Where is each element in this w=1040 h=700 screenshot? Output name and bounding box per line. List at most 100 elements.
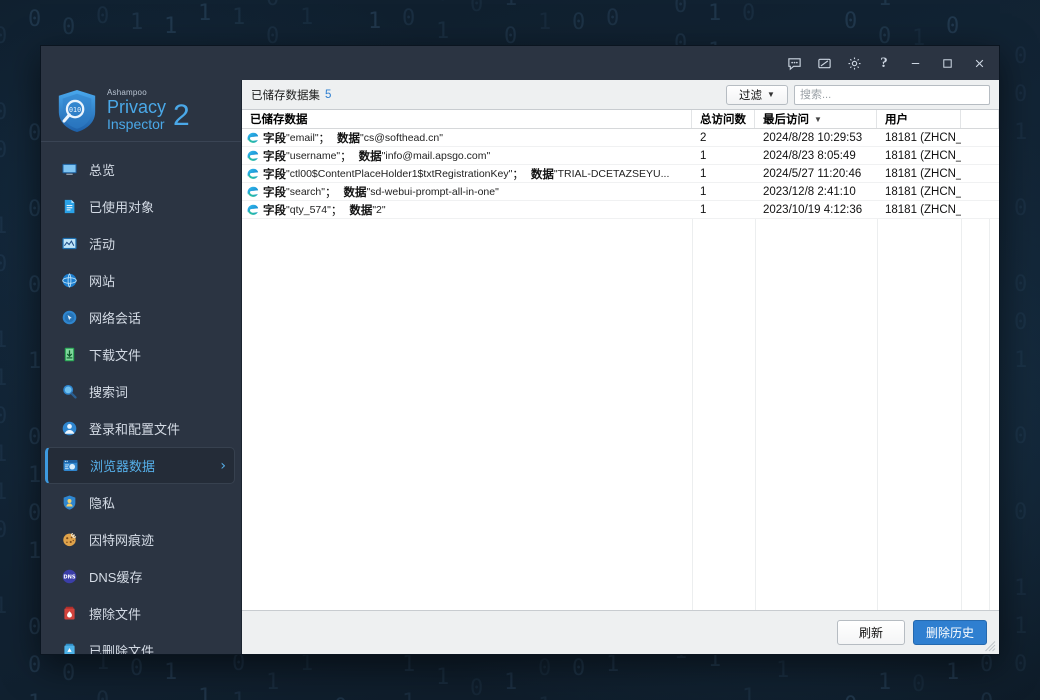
brand-product-line2: Inspector (107, 115, 165, 132)
content-panel: 已储存数据集 5 过滤 ▼ 已储存数据 总访问数 (241, 80, 999, 654)
column-header-user[interactable]: 用户 (877, 110, 961, 128)
column-header-label: 总访问数 (700, 114, 746, 126)
column-guide (755, 219, 756, 610)
resize-grip-icon[interactable] (984, 640, 996, 652)
data-value: "TRIAL-DCETAZSEYU... (553, 167, 670, 180)
column-header-label: 已储存数据 (250, 114, 308, 126)
data-label: 数据 (343, 186, 367, 199)
separator: ； (512, 168, 524, 181)
cell-last-visit: 2023/12/8 2:41:10 (763, 185, 856, 198)
edge-browser-icon (247, 132, 259, 143)
sidebar-item-wipe-files[interactable]: 擦除文件 (45, 595, 235, 632)
column-header-data[interactable]: 已储存数据 (242, 110, 692, 128)
help-icon[interactable]: ? (869, 50, 899, 76)
table-row[interactable]: 字段 "search"； 数据 "sd-webui-prompt-all-in-one… (242, 183, 999, 201)
data-label: 数据 (349, 204, 373, 217)
recycle-icon (59, 641, 79, 654)
separator: ； (324, 186, 337, 199)
sidebar-item-privacy[interactable]: 隐私 (45, 484, 235, 521)
content-toolbar: 已储存数据集 5 过滤 ▼ (242, 80, 999, 110)
presentation-icon[interactable] (809, 50, 839, 76)
cell-stored-data: 字段 "email"； 数据 "cs@softhead.cn" (242, 130, 692, 146)
user-icon (59, 419, 79, 439)
cell-last-visit: 2024/5/27 11:20:46 (763, 167, 862, 180)
application-window: ? 010 Ashampoo Privacy Inspector 2 总览 已使… (40, 45, 1000, 655)
sidebar-item-logins-profiles[interactable]: 登录和配置文件 (45, 410, 235, 447)
activity-icon (59, 234, 79, 254)
sidebar-item-dns-cache[interactable]: DNS DNS缓存 (45, 558, 235, 595)
cell-total-visits: 2 (700, 131, 707, 144)
sidebar: 010 Ashampoo Privacy Inspector 2 总览 已使用对… (41, 80, 241, 654)
brand-version: 2 (173, 98, 190, 132)
browser-icon (60, 456, 80, 476)
sidebar-item-label: 已删除文件 (89, 644, 155, 654)
cell-stored-data: 字段 "search"； 数据 "sd-webui-prompt-all-in-one… (242, 184, 692, 200)
sidebar-item-downloads[interactable]: 下载文件 (45, 336, 235, 373)
table-row[interactable]: 字段 "username"； 数据 "info@mail.apsgo.com" 1 202… (242, 147, 999, 165)
sidebar-item-internet-traces[interactable]: 因特网痕迹 (45, 521, 235, 558)
maximize-icon[interactable] (931, 50, 963, 76)
sidebar-item-label: 活动 (89, 237, 116, 252)
gear-icon[interactable] (839, 50, 869, 76)
data-value: "info@mail.apsgo.com" (381, 149, 491, 162)
field-value: "qty_574" (286, 203, 331, 216)
sidebar-item-browser-data[interactable]: 浏览器数据 › (45, 447, 235, 484)
sidebar-item-used-objects[interactable]: 已使用对象 (45, 188, 235, 225)
data-value: "sd-webui-prompt-all-in-one" (366, 185, 499, 198)
field-value: "ctl00$ContentPlaceHolder1$txtRegistrati… (286, 167, 513, 180)
chevron-right-icon: › (220, 457, 226, 474)
search-input[interactable] (794, 84, 990, 105)
minimize-icon[interactable] (899, 50, 931, 76)
sidebar-item-overview[interactable]: 总览 (45, 151, 235, 188)
monitor-icon (59, 160, 79, 180)
sidebar-item-network-sessions[interactable]: 网络会话 (45, 299, 235, 336)
globe-icon (59, 271, 79, 291)
separator: ； (318, 132, 331, 145)
sidebar-item-label: 网络会话 (89, 311, 142, 326)
vertical-scrollbar[interactable] (989, 219, 999, 610)
field-value: "email" (286, 131, 319, 144)
filter-button-label: 过滤 (739, 89, 763, 102)
column-header-label: 最后访问 (763, 114, 809, 126)
table-row[interactable]: 字段 "ctl00$ContentPlaceHolder1$txtRegistra… (242, 165, 999, 183)
field-value: "search" (286, 185, 325, 198)
sidebar-item-label: 浏览器数据 (90, 459, 156, 474)
content-footer: 刷新 删除历史 (242, 610, 999, 654)
cell-user: 18181 (ZHCN_... (885, 203, 961, 216)
feedback-icon[interactable] (779, 50, 809, 76)
column-header-spacer (961, 110, 999, 128)
column-header-visits[interactable]: 总访问数 (692, 110, 755, 128)
sidebar-item-deleted-files[interactable]: 已删除文件 (45, 632, 235, 654)
refresh-button[interactable]: 刷新 (836, 620, 905, 645)
close-icon[interactable] (963, 50, 995, 76)
table-header-row: 已储存数据 总访问数 最后访问 ▼ 用户 (242, 110, 999, 129)
sidebar-item-search-terms[interactable]: 搜索词 (45, 373, 235, 410)
sidebar-nav: 总览 已使用对象 活动 网站 网络会话 下载文件 搜索词 登录和配置文件 浏览器… (41, 142, 241, 654)
field-label: 字段 (263, 168, 286, 181)
search-icon (59, 382, 79, 402)
delete-history-button-label: 删除历史 (925, 626, 974, 640)
table-row[interactable]: 字段 "email"； 数据 "cs@softhead.cn" 2 2024/8/28 1… (242, 129, 999, 147)
shield-icon (59, 493, 79, 513)
column-header-last-visit[interactable]: 最后访问 ▼ (755, 110, 877, 128)
column-guide (877, 219, 878, 610)
sidebar-item-label: 总览 (89, 163, 116, 178)
delete-history-button[interactable]: 删除历史 (912, 620, 987, 645)
table-empty-area (242, 219, 999, 610)
data-value: "cs@softhead.cn" (360, 131, 443, 144)
window-titlebar: ? (41, 46, 999, 80)
filter-button[interactable]: 过滤 ▼ (726, 84, 788, 105)
wipe-icon (59, 604, 79, 624)
table-row[interactable]: 字段 "qty_574"； 数据 "2" 1 2023/10/19 4:12:36 1818… (242, 201, 999, 219)
cell-last-visit: 2024/8/23 8:05:49 (763, 149, 856, 162)
column-guide (961, 219, 962, 610)
sidebar-item-label: 搜索词 (89, 385, 129, 400)
dns-icon: DNS (59, 567, 79, 587)
cell-total-visits: 1 (700, 203, 707, 216)
sidebar-item-websites[interactable]: 网站 (45, 262, 235, 299)
sidebar-item-activity[interactable]: 活动 (45, 225, 235, 262)
column-header-label: 用户 (885, 114, 908, 126)
sort-descending-icon: ▼ (814, 114, 822, 124)
cell-user: 18181 (ZHCN_... (885, 167, 961, 180)
refresh-button-label: 刷新 (858, 626, 883, 640)
